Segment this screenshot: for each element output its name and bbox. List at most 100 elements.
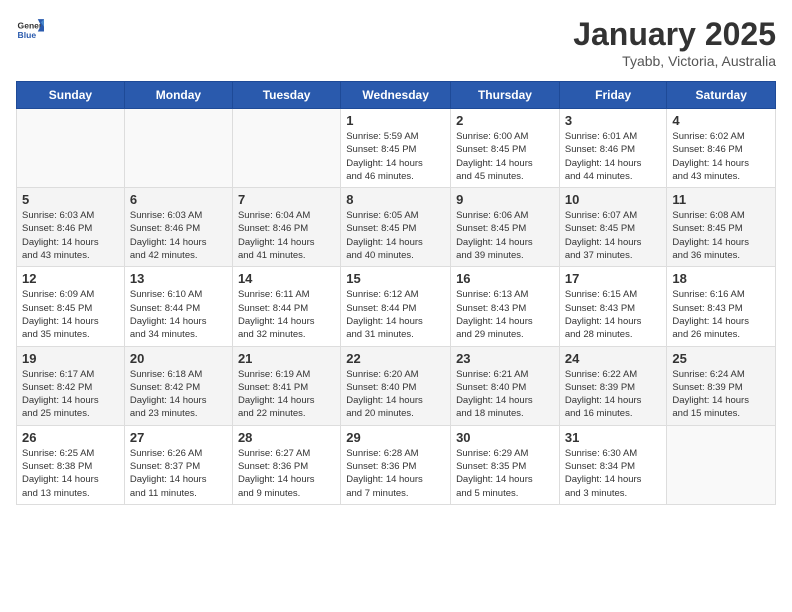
day-number: 22	[346, 351, 445, 366]
day-number: 24	[565, 351, 662, 366]
calendar-day-cell: 10 Sunrise: 6:07 AM Sunset: 8:45 PM Dayli…	[559, 188, 667, 267]
day-number: 16	[456, 271, 554, 286]
day-info: Sunrise: 6:09 AM Sunset: 8:45 PM Dayligh…	[22, 288, 119, 341]
day-info: Sunrise: 6:10 AM Sunset: 8:44 PM Dayligh…	[130, 288, 227, 341]
day-number: 29	[346, 430, 445, 445]
calendar-day-cell: 11Sunrise: 6:08 AM Sunset: 8:45 PM Dayli…	[667, 188, 776, 267]
calendar-day-cell: 2 Sunrise: 6:00 AM Sunset: 8:45 PM Daylig…	[451, 109, 560, 188]
calendar-day-cell: 16 Sunrise: 6:13 AM Sunset: 8:43 PM Dayli…	[451, 267, 560, 346]
day-number: 2	[456, 113, 554, 128]
calendar-day-cell: 26 Sunrise: 6:25 AM Sunset: 8:38 PM Dayli…	[17, 425, 125, 504]
calendar-day-cell: 6Sunrise: 6:03 AM Sunset: 8:46 PM Daylig…	[124, 188, 232, 267]
day-number: 17	[565, 271, 662, 286]
day-info: Sunrise: 6:24 AM Sunset: 8:39 PM Dayligh…	[672, 368, 770, 421]
day-of-week-header: Saturday	[667, 82, 776, 109]
calendar-week-row: 1 Sunrise: 5:59 AM Sunset: 8:45 PM Daylig…	[17, 109, 776, 188]
calendar-day-cell	[124, 109, 232, 188]
day-number: 31	[565, 430, 662, 445]
calendar-day-cell: 3Sunrise: 6:01 AM Sunset: 8:46 PM Daylig…	[559, 109, 667, 188]
day-info: Sunrise: 6:30 AM Sunset: 8:34 PM Dayligh…	[565, 447, 662, 500]
location: Tyabb, Victoria, Australia	[573, 53, 776, 69]
day-number: 26	[22, 430, 119, 445]
generalblue-logo-icon: General Blue	[16, 16, 44, 44]
calendar-day-cell: 22 Sunrise: 6:20 AM Sunset: 8:40 PM Dayli…	[341, 346, 451, 425]
calendar-day-cell: 20 Sunrise: 6:18 AM Sunset: 8:42 PM Dayli…	[124, 346, 232, 425]
day-info: Sunrise: 5:59 AM Sunset: 8:45 PM Dayligh…	[346, 130, 445, 183]
calendar-day-cell	[667, 425, 776, 504]
day-number: 20	[130, 351, 227, 366]
calendar-day-cell: 4 Sunrise: 6:02 AM Sunset: 8:46 PM Daylig…	[667, 109, 776, 188]
day-info: Sunrise: 6:28 AM Sunset: 8:36 PM Dayligh…	[346, 447, 445, 500]
day-info: Sunrise: 6:13 AM Sunset: 8:43 PM Dayligh…	[456, 288, 554, 341]
day-info: Sunrise: 6:05 AM Sunset: 8:45 PM Dayligh…	[346, 209, 445, 262]
day-info: Sunrise: 6:18 AM Sunset: 8:42 PM Dayligh…	[130, 368, 227, 421]
logo: General Blue	[16, 16, 44, 44]
title-block: January 2025 Tyabb, Victoria, Australia	[573, 16, 776, 69]
day-number: 15	[346, 271, 445, 286]
day-info: Sunrise: 6:26 AM Sunset: 8:37 PM Dayligh…	[130, 447, 227, 500]
calendar-day-cell: 31 Sunrise: 6:30 AM Sunset: 8:34 PM Dayli…	[559, 425, 667, 504]
day-info: Sunrise: 6:01 AM Sunset: 8:46 PM Dayligh…	[565, 130, 662, 183]
calendar-day-cell: 27 Sunrise: 6:26 AM Sunset: 8:37 PM Dayli…	[124, 425, 232, 504]
day-number: 7	[238, 192, 335, 207]
calendar-day-cell: 1 Sunrise: 5:59 AM Sunset: 8:45 PM Daylig…	[341, 109, 451, 188]
calendar-week-row: 12 Sunrise: 6:09 AM Sunset: 8:45 PM Dayli…	[17, 267, 776, 346]
month-title: January 2025	[573, 16, 776, 53]
calendar-day-cell: 30 Sunrise: 6:29 AM Sunset: 8:35 PM Dayli…	[451, 425, 560, 504]
calendar-day-cell: 25 Sunrise: 6:24 AM Sunset: 8:39 PM Dayli…	[667, 346, 776, 425]
calendar-day-cell: 28 Sunrise: 6:27 AM Sunset: 8:36 PM Dayli…	[232, 425, 340, 504]
calendar-day-cell	[232, 109, 340, 188]
day-number: 8	[346, 192, 445, 207]
day-of-week-header: Friday	[559, 82, 667, 109]
day-number: 30	[456, 430, 554, 445]
day-of-week-header: Thursday	[451, 82, 560, 109]
calendar-day-cell: 29 Sunrise: 6:28 AM Sunset: 8:36 PM Dayli…	[341, 425, 451, 504]
day-number: 1	[346, 113, 445, 128]
day-number: 18	[672, 271, 770, 286]
day-number: 11	[672, 192, 770, 207]
day-number: 9	[456, 192, 554, 207]
calendar-day-cell: 8 Sunrise: 6:05 AM Sunset: 8:45 PM Daylig…	[341, 188, 451, 267]
day-number: 21	[238, 351, 335, 366]
calendar-day-cell: 7Sunrise: 6:04 AM Sunset: 8:46 PM Daylig…	[232, 188, 340, 267]
calendar-day-cell: 23 Sunrise: 6:21 AM Sunset: 8:40 PM Dayli…	[451, 346, 560, 425]
day-info: Sunrise: 6:11 AM Sunset: 8:44 PM Dayligh…	[238, 288, 335, 341]
day-info: Sunrise: 6:00 AM Sunset: 8:45 PM Dayligh…	[456, 130, 554, 183]
day-info: Sunrise: 6:07 AM Sunset: 8:45 PM Dayligh…	[565, 209, 662, 262]
calendar-day-cell: 14 Sunrise: 6:11 AM Sunset: 8:44 PM Dayli…	[232, 267, 340, 346]
day-number: 13	[130, 271, 227, 286]
day-number: 25	[672, 351, 770, 366]
calendar-header-row: SundayMondayTuesdayWednesdayThursdayFrid…	[17, 82, 776, 109]
calendar-day-cell: 5Sunrise: 6:03 AM Sunset: 8:46 PM Daylig…	[17, 188, 125, 267]
day-info: Sunrise: 6:29 AM Sunset: 8:35 PM Dayligh…	[456, 447, 554, 500]
day-number: 12	[22, 271, 119, 286]
day-info: Sunrise: 6:25 AM Sunset: 8:38 PM Dayligh…	[22, 447, 119, 500]
day-number: 23	[456, 351, 554, 366]
day-info: Sunrise: 6:03 AM Sunset: 8:46 PM Dayligh…	[130, 209, 227, 262]
day-info: Sunrise: 6:19 AM Sunset: 8:41 PM Dayligh…	[238, 368, 335, 421]
day-info: Sunrise: 6:12 AM Sunset: 8:44 PM Dayligh…	[346, 288, 445, 341]
calendar-day-cell: 12 Sunrise: 6:09 AM Sunset: 8:45 PM Dayli…	[17, 267, 125, 346]
calendar-week-row: 26 Sunrise: 6:25 AM Sunset: 8:38 PM Dayli…	[17, 425, 776, 504]
day-of-week-header: Wednesday	[341, 82, 451, 109]
day-of-week-header: Monday	[124, 82, 232, 109]
calendar-week-row: 19Sunrise: 6:17 AM Sunset: 8:42 PM Dayli…	[17, 346, 776, 425]
calendar-table: SundayMondayTuesdayWednesdayThursdayFrid…	[16, 81, 776, 505]
day-info: Sunrise: 6:22 AM Sunset: 8:39 PM Dayligh…	[565, 368, 662, 421]
calendar-day-cell: 19Sunrise: 6:17 AM Sunset: 8:42 PM Dayli…	[17, 346, 125, 425]
day-number: 28	[238, 430, 335, 445]
day-info: Sunrise: 6:27 AM Sunset: 8:36 PM Dayligh…	[238, 447, 335, 500]
day-number: 10	[565, 192, 662, 207]
day-of-week-header: Tuesday	[232, 82, 340, 109]
day-number: 14	[238, 271, 335, 286]
day-info: Sunrise: 6:03 AM Sunset: 8:46 PM Dayligh…	[22, 209, 119, 262]
day-number: 27	[130, 430, 227, 445]
day-info: Sunrise: 6:06 AM Sunset: 8:45 PM Dayligh…	[456, 209, 554, 262]
day-number: 4	[672, 113, 770, 128]
calendar-day-cell: 13 Sunrise: 6:10 AM Sunset: 8:44 PM Dayli…	[124, 267, 232, 346]
day-info: Sunrise: 6:02 AM Sunset: 8:46 PM Dayligh…	[672, 130, 770, 183]
day-info: Sunrise: 6:20 AM Sunset: 8:40 PM Dayligh…	[346, 368, 445, 421]
day-number: 19	[22, 351, 119, 366]
day-of-week-header: Sunday	[17, 82, 125, 109]
day-info: Sunrise: 6:21 AM Sunset: 8:40 PM Dayligh…	[456, 368, 554, 421]
